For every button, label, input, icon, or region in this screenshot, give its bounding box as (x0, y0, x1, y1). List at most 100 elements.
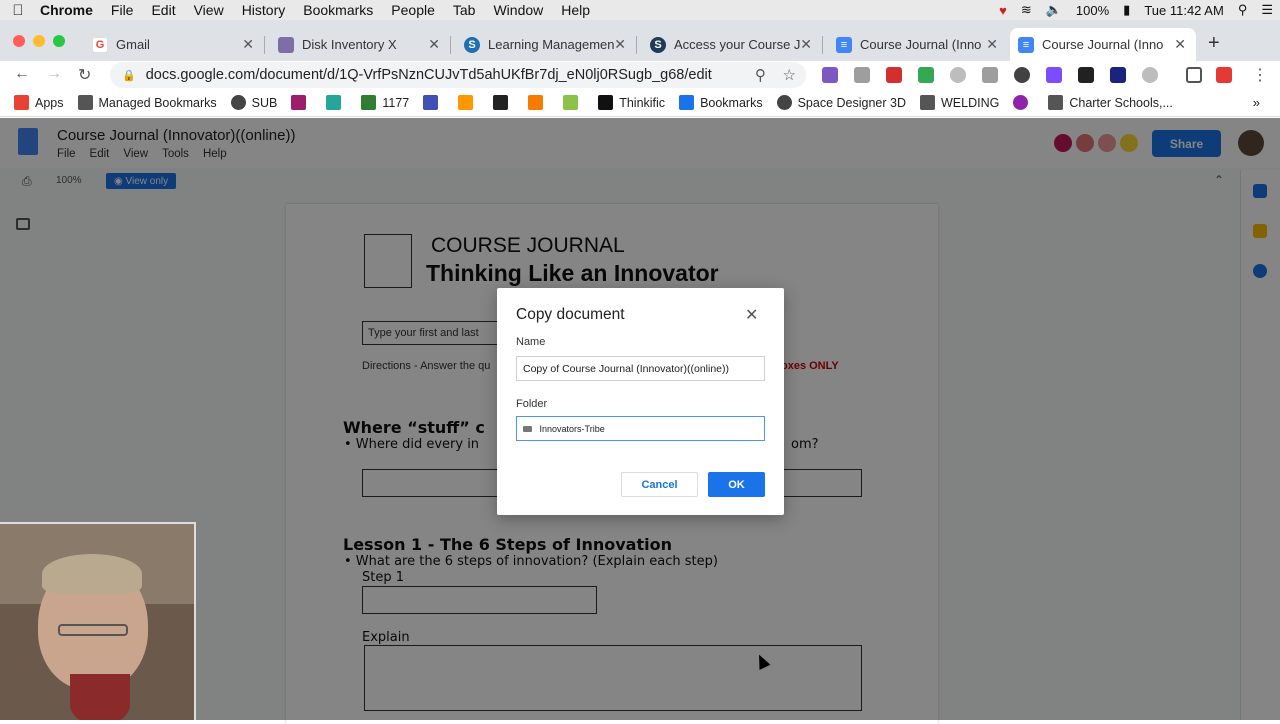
bookmark-label: Charter Schools,... (1069, 95, 1173, 110)
tab-disk-inventory[interactable]: Disk Inventory X ✕ (270, 28, 450, 61)
bookmark-charter[interactable]: Charter Schools,... (1048, 95, 1173, 110)
presenter-collar (70, 674, 130, 720)
name-input[interactable]: Copy of Course Journal (Innovator)((onli… (516, 356, 765, 381)
bookmark-label: Apps (35, 95, 64, 110)
globe-icon (776, 95, 792, 110)
minimize-window-button[interactable] (33, 35, 45, 47)
extension-icon[interactable] (1142, 67, 1158, 83)
tab-course-journal[interactable]: ≡ Course Journal (Inno ✕ (828, 28, 1008, 61)
close-icon[interactable]: ✕ (745, 305, 758, 325)
apple-icon[interactable]:  (0, 2, 36, 19)
menu-view[interactable]: View (185, 2, 233, 18)
ok-button[interactable]: OK (708, 472, 765, 497)
bookmark-managed[interactable]: Managed Bookmarks (77, 95, 217, 110)
gmail-icon: G (92, 36, 108, 53)
zoom-window-button[interactable] (53, 35, 65, 47)
url-text[interactable]: docs.google.com/document/d/1Q-VrfPsNznCU… (146, 67, 712, 83)
menu-history[interactable]: History (233, 2, 295, 18)
bookmark-bookmarks[interactable]: Bookmarks (679, 95, 763, 110)
bookmark-its[interactable] (528, 95, 549, 110)
close-icon[interactable]: ✕ (428, 36, 440, 53)
bookmark-label: SUB (251, 95, 278, 110)
wifi-icon[interactable]: ≋ (1014, 2, 1039, 18)
tab-divider (450, 36, 451, 54)
grid-icon (423, 95, 439, 110)
reload-icon[interactable]: ↻ (78, 65, 91, 85)
folder-value: Innovators-Tribe (539, 424, 605, 434)
bookmark-grid[interactable] (423, 95, 444, 110)
docs-icon: ≡ (836, 36, 852, 53)
cast-icon[interactable] (1186, 67, 1202, 83)
clock[interactable]: Tue 11:42 AM (1137, 3, 1231, 18)
bookmarks-overflow-icon[interactable]: » (1253, 95, 1260, 110)
c-icon (563, 95, 579, 110)
address-bar[interactable]: 🔒 docs.google.com/document/d/1Q-VrfPsNzn… (110, 62, 806, 88)
bookmark-star-icon[interactable]: ☆ (783, 67, 796, 84)
bookmark-pnct[interactable] (493, 95, 514, 110)
menu-tab[interactable]: Tab (444, 2, 485, 18)
tab-label: Course Journal (Inno (1042, 37, 1164, 52)
docs-icon: ≡ (1018, 36, 1034, 53)
bookmark-loop[interactable] (1013, 95, 1034, 110)
volume-icon[interactable]: 🔈 (1039, 2, 1069, 18)
menu-edit[interactable]: Edit (142, 2, 184, 18)
extension-icon[interactable] (1014, 67, 1030, 83)
battery-percent[interactable]: 100% (1069, 3, 1116, 18)
bookmark-label: Bookmarks (700, 95, 763, 110)
extension-icon[interactable] (1046, 67, 1062, 83)
spotlight-icon[interactable]: ⚲ (1231, 2, 1255, 18)
menu-people[interactable]: People (382, 2, 444, 18)
close-icon[interactable]: ✕ (614, 36, 626, 53)
tab-gmail[interactable]: G Gmail ✕ (84, 28, 264, 61)
bookmark-apps[interactable]: Apps (14, 95, 64, 110)
bookmark-thinkific[interactable]: Thinkific (598, 95, 665, 110)
extension-icon[interactable] (886, 67, 902, 83)
menu-help[interactable]: Help (552, 2, 599, 18)
bookmark-sub[interactable]: SUB (230, 95, 278, 110)
bookmark-1177[interactable]: 1177 (361, 95, 409, 110)
close-icon[interactable]: ✕ (242, 36, 254, 53)
status-icons[interactable]: ♥ (992, 3, 1014, 18)
extension-icon[interactable] (950, 67, 966, 83)
extension-icon[interactable] (822, 67, 838, 83)
close-icon[interactable]: ✕ (1174, 36, 1186, 53)
disk-inventory-icon (278, 36, 294, 53)
bookmark-slash[interactable] (291, 95, 312, 110)
control-center-icon[interactable]: ☰ (1254, 2, 1280, 18)
bookmark-label: Managed Bookmarks (98, 95, 217, 110)
folder-field[interactable]: Innovators-Tribe (516, 416, 765, 441)
menu-app[interactable]: Chrome (36, 2, 102, 18)
extension-icon[interactable] (854, 67, 870, 83)
close-icon[interactable]: ✕ (800, 36, 812, 53)
back-icon[interactable]: ← (14, 65, 30, 83)
close-icon[interactable]: ✕ (986, 36, 998, 53)
chrome-menu-icon[interactable]: ⋮ (1252, 65, 1268, 85)
dialog-title: Copy document (516, 306, 625, 323)
bookmark-label: 1177 (382, 95, 410, 110)
tab-access-course[interactable]: S Access your Course J ✕ (642, 28, 822, 61)
lock-icon[interactable]: 🔒 (122, 69, 136, 82)
bookmark-c[interactable] (563, 95, 584, 110)
extension-icon[interactable] (982, 67, 998, 83)
battery-icon[interactable]: ▮ (1116, 2, 1137, 18)
extension-icon[interactable] (1216, 67, 1232, 83)
cancel-button[interactable]: Cancel (621, 472, 698, 497)
bookmark-welding[interactable]: WELDING (920, 95, 999, 110)
tab-course-journal-active[interactable]: ≡ Course Journal (Inno ✕ (1010, 28, 1196, 61)
bookmark-hat[interactable] (326, 95, 347, 110)
extension-icon[interactable] (1078, 67, 1094, 83)
close-window-button[interactable] (13, 35, 25, 47)
tab-learning-management[interactable]: S Learning Managemen ✕ (456, 28, 636, 61)
menu-bookmarks[interactable]: Bookmarks (294, 2, 382, 18)
zoom-icon[interactable]: ⚲ (755, 67, 766, 84)
forward-icon[interactable]: → (46, 65, 62, 83)
bookmark-space-designer[interactable]: Space Designer 3D (776, 95, 906, 110)
extension-icon[interactable] (1110, 67, 1126, 83)
folder-label: Folder (516, 398, 548, 410)
menu-window[interactable]: Window (484, 2, 552, 18)
menu-file[interactable]: File (102, 2, 143, 18)
mac-menu-bar:  Chrome File Edit View History Bookmark… (0, 0, 1280, 20)
drive-icon[interactable] (918, 67, 934, 83)
bookmark-colorgrid[interactable] (458, 95, 479, 110)
new-tab-button[interactable]: + (1208, 32, 1220, 55)
